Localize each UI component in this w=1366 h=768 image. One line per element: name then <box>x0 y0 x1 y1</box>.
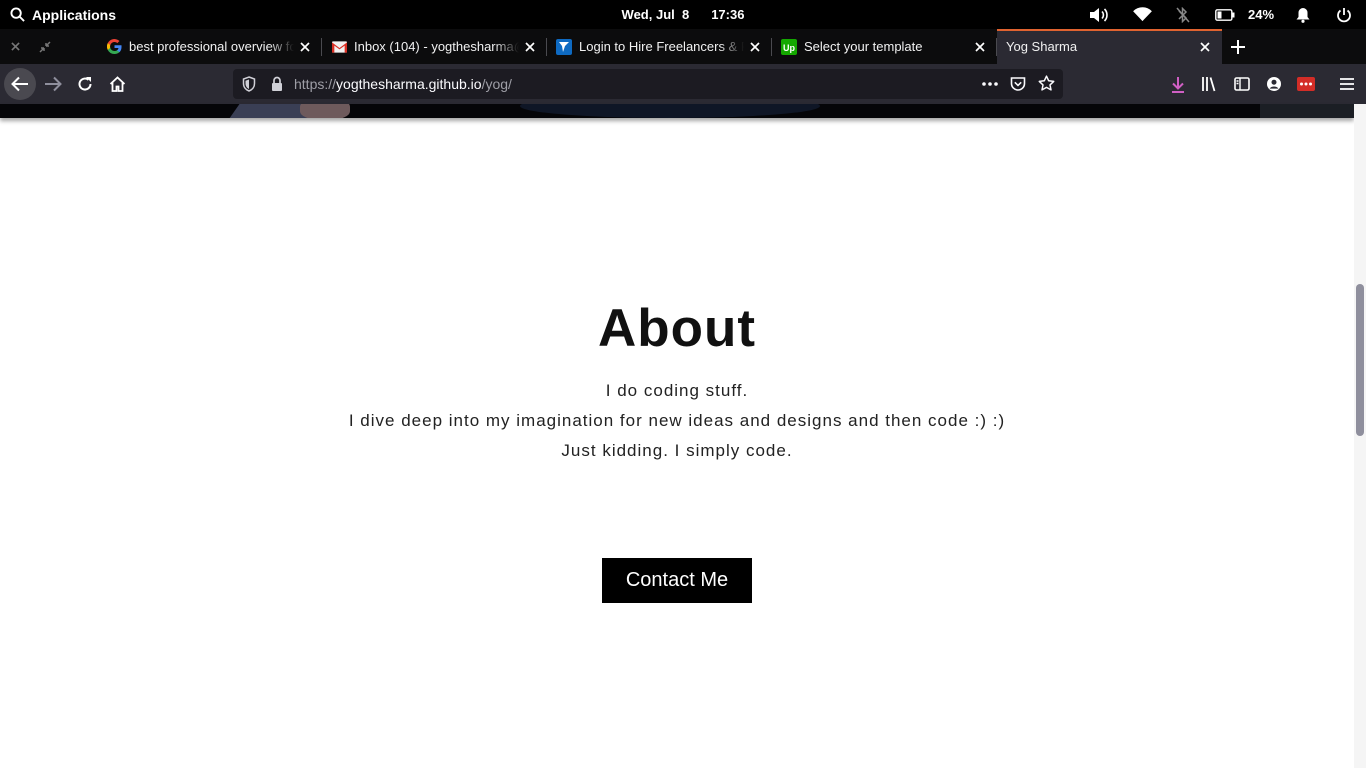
contact-me-button[interactable]: Contact Me <box>602 558 752 603</box>
forward-button[interactable] <box>37 68 69 100</box>
tab-title: Inbox (104) - yogthesharma@ <box>354 39 519 54</box>
tab-title: Select your template <box>804 39 923 54</box>
about-text-line: I dive deep into my imagination for new … <box>348 411 1006 430</box>
home-button[interactable] <box>101 68 133 100</box>
about-heading: About <box>597 299 757 358</box>
tab-gmail-inbox[interactable]: Inbox (104) - yogthesharma@ <box>322 29 547 64</box>
url-bar[interactable]: https://yogthesharma.github.io/yog/ <box>233 69 1063 99</box>
system-top-bar: Applications Wed, Jul 8 17:36 24% <box>0 0 1366 29</box>
upwork-icon: Up <box>781 38 797 55</box>
lastpass-icon <box>1297 77 1315 91</box>
google-icon <box>106 39 122 55</box>
search-icon <box>10 7 25 22</box>
pocket-icon[interactable] <box>1010 76 1026 97</box>
arrow-right-icon <box>45 76 62 92</box>
hamburger-menu-icon <box>1340 78 1354 90</box>
url-prefix: https:// <box>294 76 337 92</box>
volume-icon[interactable] <box>1089 0 1109 29</box>
hero-image-fragment <box>1260 104 1354 118</box>
hero-image-bottom-edge <box>0 104 1354 118</box>
gmail-icon <box>331 39 347 55</box>
clock-date: Wed, Jul 8 <box>621 7 690 22</box>
tab-yog-sharma[interactable]: Yog Sharma <box>997 29 1222 64</box>
clock[interactable]: Wed, Jul 8 17:36 <box>0 0 1366 29</box>
wifi-icon[interactable] <box>1133 0 1152 29</box>
clock-time: 17:36 <box>711 7 745 22</box>
navigation-toolbar: https://yogthesharma.github.io/yog/ <box>0 64 1366 104</box>
extension-button[interactable] <box>1290 68 1322 100</box>
battery-percent: 24% <box>1248 7 1275 22</box>
tab-close-icon[interactable] <box>294 36 316 58</box>
notifications-icon[interactable] <box>1296 0 1310 29</box>
plus-icon <box>1231 39 1245 54</box>
account-icon <box>1267 77 1281 91</box>
sidebar-icon <box>1234 77 1250 91</box>
library-icon <box>1202 77 1216 92</box>
tab-freelancer-login[interactable]: Login to Hire Freelancers & Fi <box>547 29 772 64</box>
download-icon <box>1172 76 1184 93</box>
tab-title: Yog Sharma <box>1006 39 1078 54</box>
bluetooth-off-icon[interactable] <box>1176 0 1190 29</box>
home-icon <box>109 76 125 92</box>
url-text[interactable]: https://yogthesharma.github.io/yog/ <box>294 69 512 99</box>
new-tab-button[interactable] <box>1227 29 1249 64</box>
svg-text:Up: Up <box>783 43 795 53</box>
reload-icon <box>78 77 92 91</box>
back-button[interactable] <box>4 68 36 100</box>
applications-menu[interactable]: Applications <box>10 0 116 29</box>
tab-close-icon[interactable] <box>519 36 541 58</box>
account-button[interactable] <box>1258 68 1290 100</box>
scrollbar-thumb[interactable] <box>1356 284 1364 436</box>
library-button[interactable] <box>1194 68 1226 100</box>
url-host: yogthesharma.github.io <box>336 76 482 92</box>
freelancer-icon <box>556 38 572 55</box>
reload-button[interactable] <box>69 68 101 100</box>
hero-image-fragment <box>520 104 820 118</box>
sidebar-button[interactable] <box>1226 68 1258 100</box>
arrow-left-icon <box>11 76 28 92</box>
battery-icon[interactable] <box>1215 0 1235 29</box>
menu-button[interactable] <box>1331 68 1363 100</box>
about-text-line: I do coding stuff. <box>605 381 749 400</box>
tab-title: Login to Hire Freelancers & Fi <box>579 39 744 54</box>
page-actions-icon[interactable] <box>981 76 999 97</box>
about-text-line: Just kidding. I simply code. <box>561 441 793 460</box>
hero-image-fragment <box>300 104 350 118</box>
window-close-button[interactable] <box>0 29 30 64</box>
tab-upwork-template[interactable]: Up Select your template <box>772 29 997 64</box>
tab-close-icon[interactable] <box>744 36 766 58</box>
applications-label: Applications <box>32 6 117 23</box>
close-icon <box>10 42 20 51</box>
tab-google-search[interactable]: best professional overview fo <box>97 29 322 64</box>
tab-close-icon[interactable] <box>969 36 991 58</box>
restore-icon <box>39 40 51 53</box>
downloads-button[interactable] <box>1162 68 1194 100</box>
window-restore-button[interactable] <box>32 29 58 64</box>
tab-close-icon[interactable] <box>1194 36 1216 58</box>
lock-icon[interactable] <box>271 76 283 97</box>
power-icon[interactable] <box>1336 0 1352 29</box>
tracking-protection-icon[interactable] <box>242 76 256 97</box>
url-path: /yog/ <box>481 76 512 92</box>
page-scrollbar[interactable] <box>1354 104 1366 768</box>
bookmark-star-icon[interactable] <box>1038 75 1055 97</box>
tab-title: best professional overview fo <box>129 39 294 54</box>
tab-strip: best professional overview fo Inbox (104… <box>0 29 1366 64</box>
